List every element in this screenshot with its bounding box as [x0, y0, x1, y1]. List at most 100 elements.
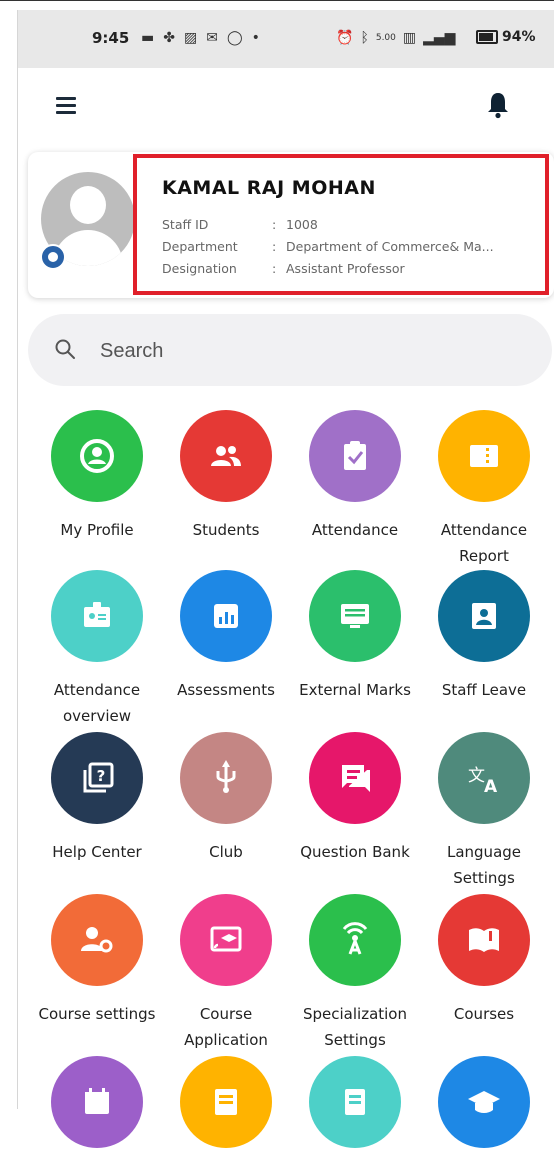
menu-tile[interactable]: Courses	[419, 894, 549, 1027]
menu-tile[interactable]: Assessments	[161, 570, 291, 703]
menu-tile[interactable]: Attendance	[290, 410, 420, 543]
id-badge-icon	[84, 602, 110, 627]
menu-tile[interactable]: Question Bank	[290, 732, 420, 865]
menu-tile-circle[interactable]	[438, 894, 530, 986]
menu-tile[interactable]: My Profile	[32, 410, 162, 543]
status-left-icons: ▬ ✤ ▨ ✉ ◯ •	[141, 28, 260, 48]
menu-tile-circle[interactable]	[309, 894, 401, 986]
menu-tile-circle[interactable]	[51, 1056, 143, 1148]
designation-colon: :	[272, 261, 277, 276]
menu-tile[interactable]: Attendance Report	[419, 410, 549, 569]
svg-text:A: A	[484, 777, 498, 797]
staff-id-value: 1008	[286, 217, 318, 232]
staff-id-colon: :	[272, 217, 277, 232]
menu-tile-circle[interactable]	[309, 410, 401, 502]
circle-icon: ◯	[226, 30, 243, 46]
menu-tile-label: Courses	[453, 1005, 515, 1023]
chat-icon	[342, 765, 370, 792]
menu-tile-label: My Profile	[60, 521, 134, 539]
menu-tile-circle[interactable]	[51, 894, 143, 986]
search-input[interactable]	[98, 334, 522, 368]
bell-icon[interactable]	[486, 91, 510, 119]
fan-icon: ✤	[163, 30, 175, 46]
calendar-icon	[85, 1088, 109, 1114]
menu-tile-circle[interactable]	[309, 1056, 401, 1148]
department-label: Department	[162, 239, 238, 254]
usb-icon	[216, 760, 236, 793]
search-bar[interactable]	[28, 314, 552, 386]
department-colon: :	[272, 239, 277, 254]
designation-label: Designation	[162, 261, 237, 276]
data-speed-text: 5.00	[375, 33, 396, 43]
menu-tile[interactable]: Specialization Settings	[290, 894, 420, 1053]
menu-tile-circle[interactable]	[438, 410, 530, 502]
menu-tile-label: Attendance	[311, 521, 399, 539]
menu-tile[interactable]: 文 A Language Settings	[419, 732, 549, 891]
menu-tile-circle[interactable]	[180, 1056, 272, 1148]
menu-tile-circle[interactable]	[309, 570, 401, 662]
menu-tile[interactable]: External Marks	[290, 570, 420, 703]
menu-tile-circle[interactable]	[438, 570, 530, 662]
status-time: 9:45	[92, 29, 130, 47]
user-settings-icon	[81, 927, 113, 953]
menu-tile-circle[interactable]	[180, 570, 272, 662]
menu-tile[interactable]: Course Application	[161, 894, 291, 1053]
menu-tile[interactable]	[419, 1056, 549, 1163]
help-icon: ?	[83, 762, 114, 793]
menu-tile[interactable]: Club	[161, 732, 291, 865]
hamburger-menu-icon[interactable]	[56, 97, 76, 114]
clipboard-check-icon	[344, 441, 366, 470]
mail-icon: ✉	[206, 30, 218, 46]
menu-tile-circle[interactable]	[51, 570, 143, 662]
group-icon	[211, 446, 241, 466]
staff-name: KAMAL RAJ MOHAN	[162, 177, 376, 199]
antenna-icon	[342, 922, 368, 955]
menu-tile[interactable]: ? Help Center	[32, 732, 162, 865]
svg-text:?: ?	[97, 767, 106, 785]
menu-tile-label: Assessments	[177, 681, 275, 699]
menu-tile-circle[interactable]: ?	[51, 732, 143, 824]
svg-text:文: 文	[468, 766, 485, 786]
status-bar: 9:45 ▬ ✤ ▨ ✉ ◯ • ⏰ ᛒ 5.00 ▥ ▂▄▆ 94%	[18, 10, 554, 68]
monitor-icon	[341, 604, 369, 628]
image-icon: ▨	[183, 30, 198, 46]
top-border	[0, 0, 554, 1]
video-icon: ▬	[141, 30, 155, 46]
signal-icon: ▂▄▆	[423, 30, 456, 46]
menu-tile-circle[interactable]: 文A	[438, 732, 530, 824]
translate-icon: 文A	[468, 766, 498, 797]
menu-tile[interactable]: Staff Leave	[419, 570, 549, 703]
alarm-icon: ⏰	[336, 30, 354, 46]
menu-tile-circle[interactable]	[180, 410, 272, 502]
menu-tile-label: Course Application	[184, 1005, 268, 1049]
graduation-cap-icon	[468, 1091, 500, 1113]
bluetooth-icon: ᛒ	[360, 30, 369, 46]
battery-level: 94%	[502, 29, 536, 45]
department-value: Department of Commerce& Ma...	[286, 239, 494, 254]
menu-tile[interactable]: Students	[161, 410, 291, 543]
menu-tile[interactable]: Attendance overview	[32, 570, 162, 729]
battery-icon	[476, 30, 498, 44]
bar-chart-icon	[214, 604, 238, 628]
menu-tile[interactable]	[290, 1056, 420, 1163]
search-icon	[55, 339, 75, 359]
menu-tile-circle[interactable]	[180, 894, 272, 986]
menu-tile[interactable]: Course settings	[32, 894, 162, 1027]
menu-tile-circle[interactable]	[309, 732, 401, 824]
menu-tile-circle[interactable]	[51, 410, 143, 502]
book-icon	[469, 928, 499, 952]
staff-id-row: Staff ID:1008	[162, 217, 318, 232]
menu-tile[interactable]	[32, 1056, 162, 1163]
cast-education-icon	[210, 926, 242, 952]
contact-icon	[472, 603, 496, 629]
menu-tile-label: Language Settings	[446, 843, 522, 887]
menu-tile-circle[interactable]	[180, 732, 272, 824]
menu-tile-circle[interactable]	[438, 1056, 530, 1148]
menu-tile-label: Question Bank	[300, 843, 410, 861]
staff-id-label: Staff ID	[162, 217, 209, 232]
menu-tile-label: Help Center	[52, 843, 142, 861]
menu-tile-label: Specialization Settings	[302, 1005, 407, 1049]
menu-tile[interactable]	[161, 1056, 291, 1163]
designation-value: Assistant Professor	[286, 261, 405, 276]
menu-tile-label: Attendance overview	[53, 681, 141, 725]
